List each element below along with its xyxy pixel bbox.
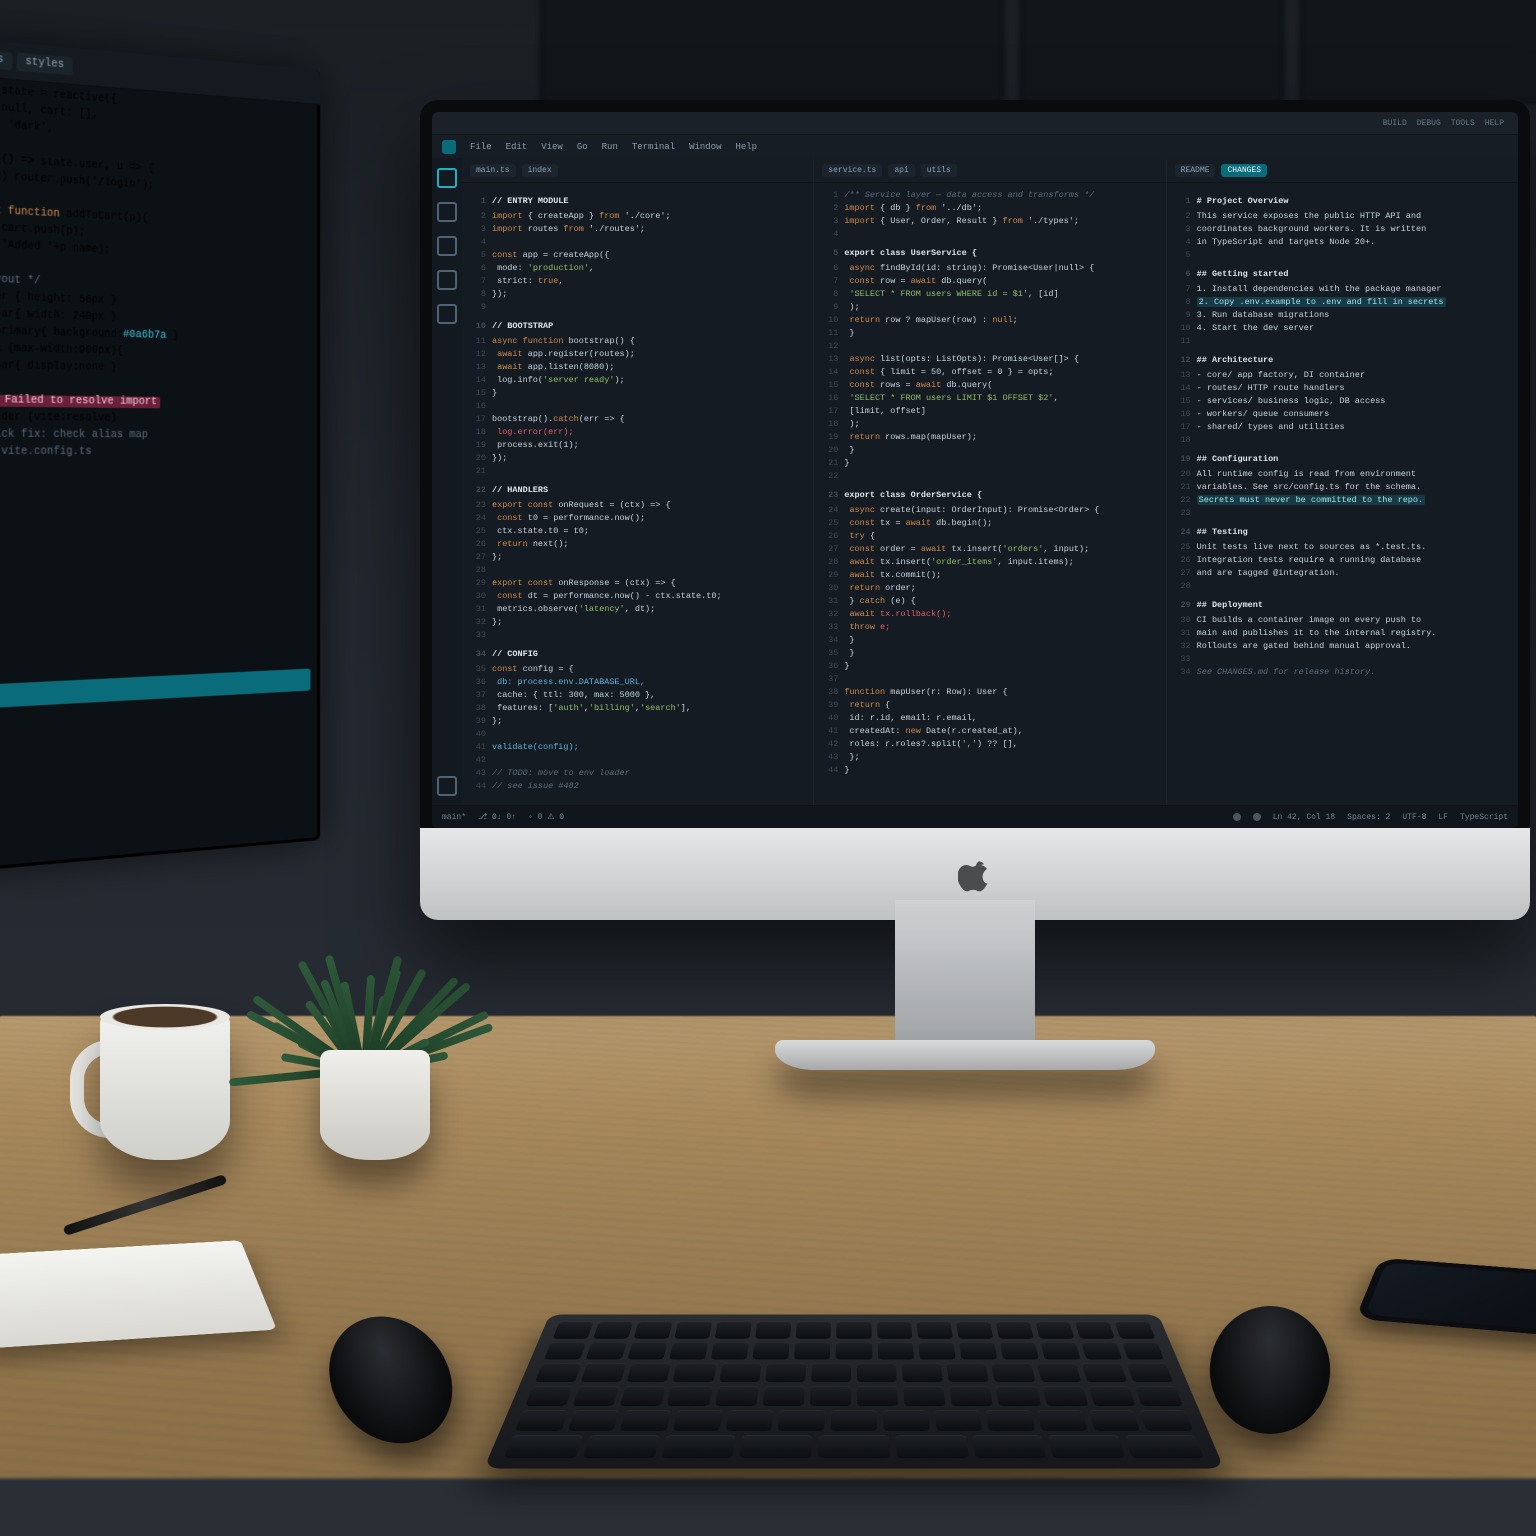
editor-tab[interactable]: api — [888, 164, 914, 177]
apple-logo-icon — [958, 854, 992, 894]
extensions-icon[interactable] — [437, 304, 457, 324]
status-dot-icon — [1253, 813, 1261, 821]
topbar-item[interactable]: DEBUG — [1417, 119, 1441, 128]
status-eol[interactable]: LF — [1438, 813, 1448, 822]
editor-column: main.ts index 1// ENTRY MODULE2import { cr… — [462, 158, 814, 806]
editor-column: README CHANGES 1# Project Overview2This se… — [1167, 158, 1518, 806]
menu-item[interactable]: Edit — [506, 142, 528, 152]
menu-item[interactable]: File — [470, 142, 492, 152]
menu-item[interactable]: Terminal — [632, 142, 675, 152]
app-logo-icon[interactable] — [442, 140, 456, 154]
status-branch[interactable]: main* — [442, 813, 466, 822]
imac-foot — [775, 1040, 1155, 1070]
editor-tab[interactable]: CHANGES — [1221, 164, 1267, 177]
code-pane[interactable]: 1/** Service layer — data access and tra… — [814, 183, 1165, 806]
editor-tab[interactable]: main.ts — [470, 164, 516, 177]
editor-tab[interactable]: utils — [921, 164, 957, 177]
code-pane[interactable]: 1# Project Overview2This service exposes… — [1167, 183, 1518, 806]
debug-icon[interactable] — [437, 270, 457, 290]
editor-tab[interactable]: service.ts — [822, 164, 882, 177]
menu-item[interactable]: Help — [735, 142, 757, 152]
status-bar: main* ⎇ 0↓ 0↑ ◦ 0 ⚠ 0 Ln 42, Col 18 Spac… — [432, 805, 1518, 828]
imac: BUILD DEBUG TOOLS HELP File Edit View Go… — [420, 100, 1510, 1200]
files-icon[interactable] — [437, 168, 457, 188]
keyboard — [484, 1314, 1224, 1468]
settings-icon[interactable] — [437, 776, 457, 796]
status-sync[interactable]: ⎇ 0↓ 0↑ — [478, 812, 516, 822]
git-icon[interactable] — [437, 236, 457, 256]
menu-item[interactable]: View — [541, 142, 563, 152]
topbar-item[interactable]: TOOLS — [1451, 119, 1475, 128]
editor-tab[interactable]: index — [522, 164, 558, 177]
menu-item[interactable]: Window — [689, 142, 721, 152]
status-problems[interactable]: ◦ 0 ⚠ 0 — [528, 812, 564, 822]
tab[interactable]: app.js — [0, 47, 12, 70]
activity-bar — [432, 158, 462, 806]
secondary-monitor: app.js styles const state = reactive({ u… — [0, 37, 320, 873]
editor-tabs: service.ts api utils — [814, 158, 1165, 183]
coffee-mug — [70, 1010, 240, 1180]
menu-item[interactable]: Run — [602, 142, 618, 152]
topbar-item[interactable]: HELP — [1485, 119, 1504, 128]
imac-bezel: BUILD DEBUG TOOLS HELP File Edit View Go… — [420, 100, 1530, 920]
status-lang[interactable]: TypeScript — [1460, 813, 1508, 822]
editor-tab[interactable]: README — [1175, 164, 1216, 177]
editor-tabs: main.ts index — [462, 158, 813, 183]
tab[interactable]: styles — [17, 52, 73, 75]
status-cursor[interactable]: Ln 42, Col 18 — [1273, 813, 1335, 822]
status-indent[interactable]: Spaces: 2 — [1347, 813, 1390, 822]
status-encoding[interactable]: UTF-8 — [1402, 813, 1426, 822]
window-topbar: BUILD DEBUG TOOLS HELP — [432, 112, 1518, 135]
editor-tabs: README CHANGES — [1167, 158, 1518, 183]
status-dot-icon — [1233, 813, 1241, 821]
search-icon[interactable] — [437, 202, 457, 222]
secondary-highlight-bar — [0, 668, 310, 709]
workspace: main.ts index 1// ENTRY MODULE2import { cr… — [432, 158, 1518, 806]
imac-stand — [895, 900, 1035, 1060]
code-pane[interactable]: 1// ENTRY MODULE2import { createApp } fr… — [462, 183, 813, 806]
menu-item[interactable]: Go — [577, 142, 588, 152]
secondary-code: const state = reactive({ user: null, car… — [0, 75, 320, 466]
code-editor: BUILD DEBUG TOOLS HELP File Edit View Go… — [432, 112, 1518, 828]
topbar-item[interactable]: BUILD — [1383, 119, 1407, 128]
menubar: File Edit View Go Run Terminal Window He… — [432, 135, 1518, 160]
workspace-photo: app.js styles const state = reactive({ u… — [0, 0, 1536, 1536]
editor-column: service.ts api utils 1/** Service layer — d… — [814, 158, 1166, 806]
